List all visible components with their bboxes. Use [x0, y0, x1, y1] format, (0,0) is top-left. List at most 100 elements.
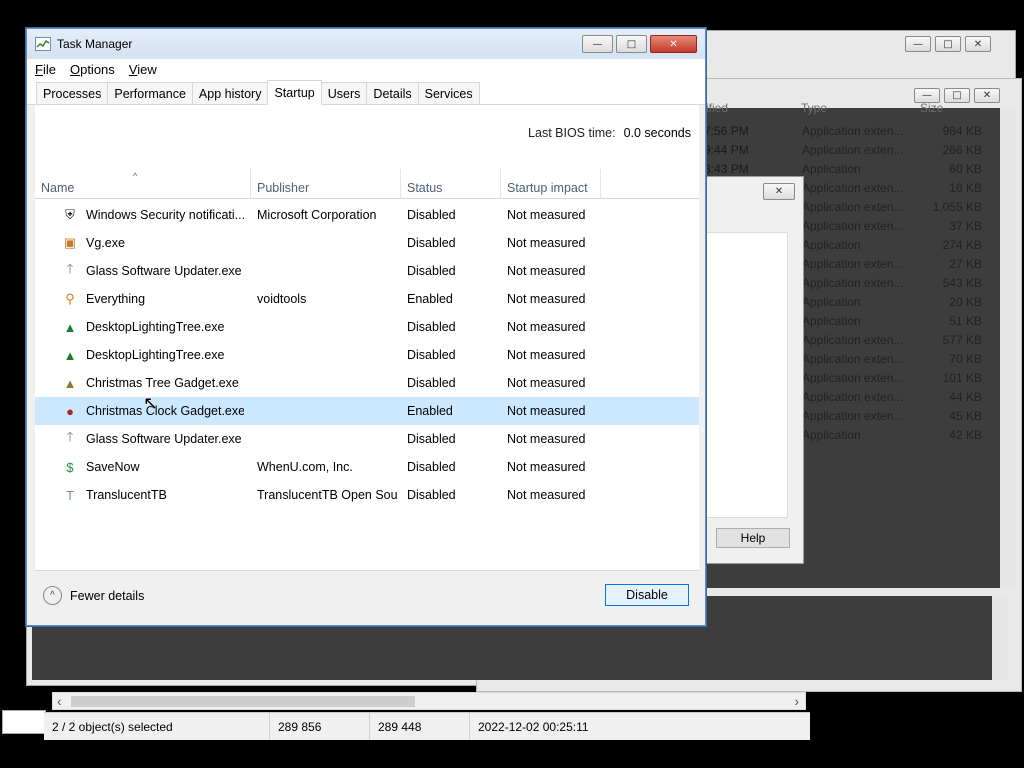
startup-item-publisher: Microsoft Corporation	[257, 208, 377, 222]
startup-item-status: Enabled	[407, 292, 453, 306]
startup-item-name: Glass Software Updater.exe	[86, 432, 242, 446]
startup-item-status: Disabled	[407, 208, 456, 222]
startup-row[interactable]: ⛨ Windows Security notificati... Microsoft…	[35, 201, 699, 229]
startup-item-publisher: voidtools	[257, 292, 307, 306]
menu-view[interactable]: View	[129, 62, 157, 77]
startup-item-name: Vg.exe	[86, 236, 125, 250]
file-size: 42 KB	[949, 427, 982, 442]
startup-panel: Last BIOS time: 0.0 seconds ^ Name Publis…	[35, 105, 699, 570]
tab-users[interactable]: Users	[320, 82, 368, 104]
column-header-status[interactable]: Status	[401, 169, 501, 199]
column-header-name[interactable]: Name	[35, 169, 251, 199]
file-type: Application exten...	[802, 275, 904, 290]
column-header-startup-impact[interactable]: Startup impact	[501, 169, 601, 199]
startup-row[interactable]: ▲ DesktopLightingTree.exe Disabled Not meas…	[35, 313, 699, 341]
tab-strip: Processes Performance App history Startup Us…	[27, 79, 705, 105]
startup-item-name: Christmas Tree Gadget.exe	[86, 376, 239, 390]
background-window-caption-buttons: — □ ✕	[905, 36, 991, 52]
scroll-left-arrow[interactable]: ‹	[57, 693, 62, 709]
title-bar[interactable]: Task Manager — □ ✕	[27, 29, 705, 59]
column-header-publisher[interactable]: Publisher	[251, 169, 401, 199]
file-size: 27 KB	[949, 256, 982, 271]
file-size: 37 KB	[949, 218, 982, 233]
file-list-scrollbar[interactable]	[1000, 108, 1016, 588]
file-row[interactable]: 7:56 PM Application exten... 984 KB	[704, 121, 994, 140]
status-size-2: 289 448	[370, 713, 470, 740]
startup-item-impact: Not measured	[507, 488, 586, 502]
disable-button[interactable]: Disable	[605, 584, 689, 606]
header-type: Type	[801, 101, 828, 115]
file-modified: 8:43 PM	[704, 161, 749, 176]
startup-row[interactable]: ▲ DesktopLightingTree.exe Disabled Not meas…	[35, 341, 699, 369]
tab-details[interactable]: Details	[366, 82, 419, 104]
right-scrollbar[interactable]	[992, 596, 1008, 680]
startup-item-impact: Not measured	[507, 404, 586, 418]
startup-row[interactable]: T TranslucentTB TranslucentTB Open Sou... D…	[35, 481, 699, 509]
tab-startup[interactable]: Startup	[267, 80, 322, 105]
file-type: Application exten...	[802, 389, 904, 404]
startup-row[interactable]: $ SaveNow WhenU.com, Inc. Disabled Not measu…	[35, 453, 699, 481]
startup-row[interactable]: ● Christmas Clock Gadget.exe Enabled Not me…	[35, 397, 699, 425]
minimize-button[interactable]: —	[582, 35, 613, 53]
file-row[interactable]: 9:44 PM Application exten... 266 KB	[704, 140, 994, 159]
scroll-right-arrow[interactable]: ›	[794, 693, 799, 709]
white-edge	[2, 710, 46, 734]
bios-time-value: 0.0 seconds	[623, 126, 691, 140]
file-type: Application exten...	[802, 370, 904, 385]
status-bar: 2 / 2 object(s) selected 289 856 289 448…	[44, 712, 810, 740]
help-button[interactable]: Help	[716, 528, 790, 548]
startup-item-name: DesktopLightingTree.exe	[86, 320, 225, 334]
startup-item-status: Enabled	[407, 404, 453, 418]
fewer-details-link[interactable]: ^ Fewer details	[43, 586, 144, 605]
startup-row[interactable]: ▲ Christmas Tree Gadget.exe Disabled Not me…	[35, 369, 699, 397]
menu-file[interactable]: File	[35, 62, 56, 77]
file-type: Application exten...	[802, 408, 904, 423]
file-type: Application exten...	[802, 142, 904, 157]
startup-row[interactable]: ⚲ Everything voidtools Enabled Not measured	[35, 285, 699, 313]
fewer-details-label: Fewer details	[70, 588, 145, 603]
close-button[interactable]: ✕	[965, 36, 991, 52]
startup-item-impact: Not measured	[507, 348, 586, 362]
startup-item-impact: Not measured	[507, 264, 586, 278]
scroll-thumb[interactable]	[71, 696, 415, 707]
close-button[interactable]: ✕	[650, 35, 697, 53]
file-type: Application	[802, 294, 861, 309]
bios-time-label: Last BIOS time:	[528, 126, 616, 140]
minimize-button[interactable]: —	[905, 36, 931, 52]
file-size: 20 KB	[949, 294, 982, 309]
startup-item-impact: Not measured	[507, 432, 586, 446]
tab-performance[interactable]: Performance	[107, 82, 193, 104]
file-type: Application	[802, 237, 861, 252]
startup-item-impact: Not measured	[507, 208, 586, 222]
startup-row[interactable]: ▣ Vg.exe Disabled Not measured	[35, 229, 699, 257]
header-size: Size	[920, 101, 944, 115]
horizontal-scrollbar[interactable]: ‹ ›	[52, 692, 806, 710]
dollar-icon: $	[66, 459, 74, 475]
startup-item-name: Christmas Clock Gadget.exe	[86, 404, 244, 418]
up-arrow-icon: 🡑	[66, 261, 74, 276]
task-manager-icon	[35, 37, 51, 51]
dialog-close-button[interactable]: ✕	[763, 183, 795, 200]
startup-item-impact: Not measured	[507, 460, 586, 474]
file-type: Application	[802, 313, 861, 328]
menu-options[interactable]: Options	[70, 62, 115, 77]
left-lower-pane	[32, 626, 476, 680]
chevron-up-icon: ^	[43, 586, 62, 605]
maximize-button[interactable]: □	[616, 35, 647, 53]
header-modified: ified	[706, 101, 729, 115]
maximize-button[interactable]: □	[935, 36, 961, 52]
startup-item-status: Disabled	[407, 488, 456, 502]
startup-item-status: Disabled	[407, 236, 456, 250]
tab-services[interactable]: Services	[417, 82, 480, 104]
tab-app-history[interactable]: App history	[191, 82, 269, 104]
startup-row[interactable]: 🡑 Glass Software Updater.exe Disabled Not m…	[35, 257, 699, 285]
status-datetime: 2022-12-02 00:25:11	[478, 719, 589, 734]
startup-row[interactable]: 🡑 Glass Software Updater.exe Disabled Not m…	[35, 425, 699, 453]
file-size: 1,055 KB	[932, 199, 982, 214]
file-size: 543 KB	[942, 275, 982, 290]
file-size: 51 KB	[949, 313, 982, 328]
tab-processes[interactable]: Processes	[36, 82, 109, 104]
file-size: 60 KB	[949, 161, 982, 176]
startup-item-status: Disabled	[407, 376, 456, 390]
startup-item-name: Glass Software Updater.exe	[86, 264, 242, 278]
